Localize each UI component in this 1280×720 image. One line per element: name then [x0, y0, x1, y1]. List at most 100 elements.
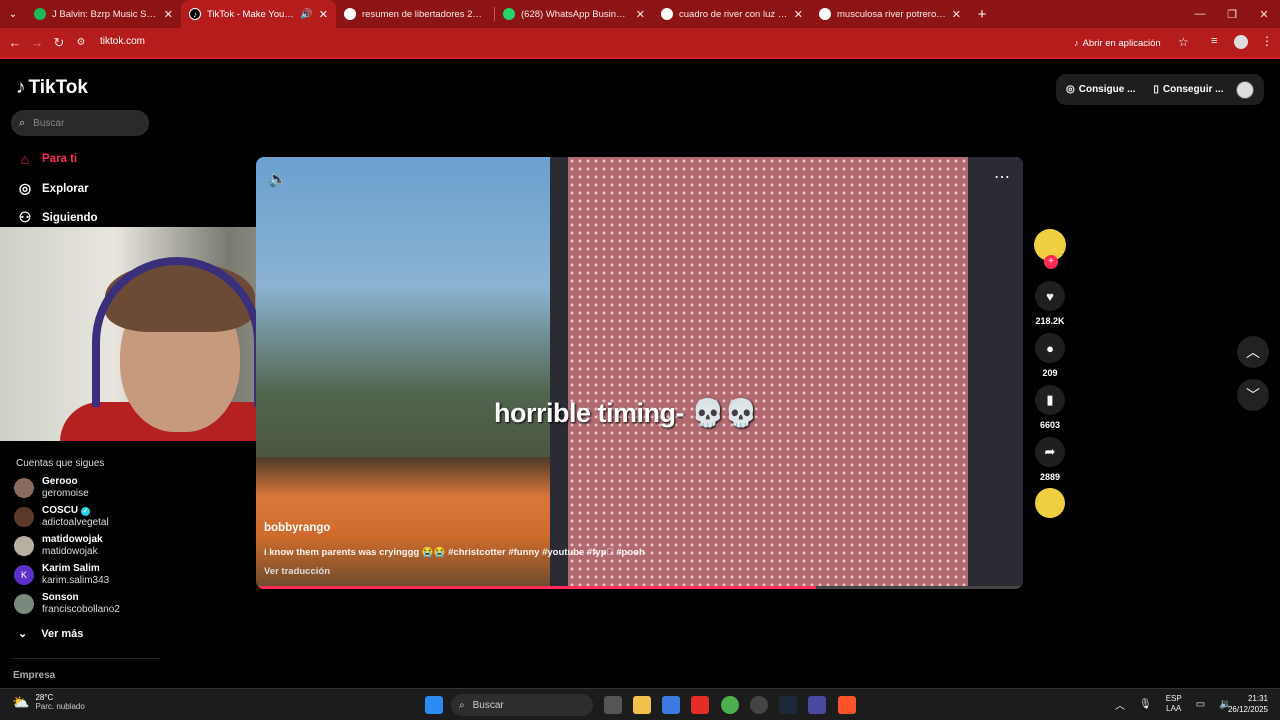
taskbar-search[interactable]: ⌕ Buscar: [451, 694, 593, 716]
tab-google-libertadores[interactable]: resumen de libertadores 2018 (: [336, 0, 494, 28]
file-explorer-icon[interactable]: [633, 696, 651, 714]
reading-list-icon[interactable]: ≡: [1211, 35, 1217, 47]
tab-title: TikTok - Make Your Day: [207, 8, 294, 20]
task-view-icon[interactable]: [604, 696, 622, 714]
search-input[interactable]: ⌕ Buscar: [11, 110, 149, 136]
minimize-icon[interactable]: —: [1184, 8, 1216, 20]
close-icon[interactable]: ✕: [164, 8, 173, 21]
bookmark-icon: ▮: [1035, 385, 1065, 415]
account-matidowojak[interactable]: matidowojak matidowojak: [14, 534, 103, 558]
window-close-icon[interactable]: ✕: [1248, 8, 1280, 21]
browser-tab-bar: ⌄ J Balvin: Bzrp Music Sessions, Vo ✕ ♪ …: [0, 0, 1280, 28]
back-icon[interactable]: ←: [4, 35, 26, 50]
whatsapp-icon: [503, 8, 515, 20]
speaker-icon[interactable]: 🔊: [300, 9, 312, 20]
restore-icon[interactable]: ❐: [1216, 8, 1248, 21]
valorant-icon[interactable]: [808, 696, 826, 714]
compass-icon: ◎: [18, 180, 32, 196]
tab-search-button[interactable]: ⌄: [0, 0, 26, 28]
account-karim-salim[interactable]: K Karim Salim karim.salim343: [14, 563, 109, 587]
get-coins-button[interactable]: Consigue ...: [1079, 84, 1136, 95]
video-progress[interactable]: [256, 586, 1023, 589]
site-info-icon[interactable]: ⚙: [70, 37, 92, 48]
reload-icon[interactable]: ↻: [48, 35, 70, 51]
bookmark-star-icon[interactable]: ☆: [1178, 35, 1189, 49]
store-icon[interactable]: [662, 696, 680, 714]
close-icon[interactable]: ✕: [319, 8, 328, 21]
person-icon: ⚇: [18, 209, 32, 225]
new-tab-button[interactable]: +: [969, 6, 995, 23]
open-in-app-label: Abrir en aplicación: [1082, 37, 1161, 49]
creator-avatar[interactable]: +: [1034, 229, 1066, 269]
video-progress-fill: [256, 586, 816, 589]
steam-icon[interactable]: [779, 696, 797, 714]
weather-widget[interactable]: ⛅ 28°C Parc. nublado: [12, 693, 85, 711]
windows-start-icon[interactable]: [425, 696, 443, 714]
language-indicator[interactable]: ESP LAA: [1166, 694, 1182, 714]
account-coscu[interactable]: COSCU ✓ adictoalvegetal: [14, 505, 109, 529]
user-avatar[interactable]: [1236, 80, 1254, 99]
tiktok-logo[interactable]: ♪ TikTok: [16, 77, 88, 99]
translate-link[interactable]: Ver traducción: [264, 566, 330, 577]
account-name: Sonson: [42, 592, 79, 603]
comment-count: 209: [1042, 368, 1058, 378]
close-icon[interactable]: ✕: [794, 8, 803, 21]
forward-icon[interactable]: →: [26, 35, 48, 50]
tab-tiktok[interactable]: ♪ TikTok - Make Your Day 🔊 ✕: [181, 0, 336, 28]
profile-avatar[interactable]: [1234, 35, 1248, 49]
follow-plus-icon[interactable]: +: [1044, 255, 1058, 269]
nav-siguiendo[interactable]: ⚇ Siguiendo: [16, 209, 98, 226]
account-name: COSCU ✓: [42, 505, 90, 516]
menu-icon[interactable]: ⋮: [1261, 34, 1273, 48]
brave-icon[interactable]: [838, 696, 856, 714]
share-button[interactable]: ➦ 2889: [1034, 437, 1066, 482]
chevron-up-icon: ︿: [1246, 344, 1260, 360]
chevron-down-icon: ⌄: [18, 628, 28, 640]
tiktok-icon: ♪: [1074, 38, 1079, 48]
volume-icon[interactable]: 🔈: [268, 170, 287, 188]
tab-google-river-luz[interactable]: cuadro de river con luz - Busca ✕: [653, 0, 811, 28]
save-button[interactable]: ▮ 6603: [1034, 385, 1066, 430]
chrome-icon[interactable]: [721, 696, 739, 714]
open-in-app-button[interactable]: ♪ Abrir en aplicación: [1068, 34, 1167, 52]
video-pinboard: [550, 157, 1023, 589]
heart-icon: ♥: [1035, 281, 1065, 311]
chevron-up-icon[interactable]: ︿: [1115, 697, 1125, 712]
more-options-icon[interactable]: ⋯: [994, 167, 1011, 187]
nav-para-ti[interactable]: ⌂ Para ti: [16, 151, 77, 167]
close-icon[interactable]: ✕: [636, 8, 645, 21]
see-more-button[interactable]: ⌄ Ver más: [18, 627, 83, 641]
obs-icon[interactable]: [750, 696, 768, 714]
next-video-button[interactable]: ﹀: [1237, 379, 1269, 411]
video-player[interactable]: 🔈 ⋯ horrible timing- 💀💀 bobbyrango i kno…: [256, 157, 1023, 589]
nav-label: Explorar: [42, 182, 89, 195]
save-count: 6603: [1039, 420, 1061, 430]
get-app-button[interactable]: Conseguir ...: [1163, 84, 1224, 95]
like-button[interactable]: ♥ 218.2K: [1034, 281, 1066, 326]
layout-label: LAA: [1166, 704, 1182, 713]
tab-title: J Balvin: Bzrp Music Sessions, Vo: [52, 8, 158, 20]
clock[interactable]: 21:31 26/12/2025: [1196, 693, 1268, 715]
tab-whatsapp[interactable]: (628) WhatsApp Business ✕: [495, 0, 653, 28]
sound-avatar[interactable]: [1034, 488, 1066, 518]
avatar: [14, 536, 34, 556]
youtube-icon[interactable]: [691, 696, 709, 714]
google-icon: [661, 8, 673, 20]
microphone-icon[interactable]: 🎙: [1139, 699, 1152, 710]
previous-video-button[interactable]: ︿: [1237, 336, 1269, 368]
windows-taskbar: ⛅ 28°C Parc. nublado ⌕ Buscar ︿ 🎙 ESP LA…: [0, 688, 1280, 720]
address-bar[interactable]: tiktok.com: [100, 36, 145, 47]
comment-button[interactable]: ● 209: [1034, 333, 1066, 378]
close-icon[interactable]: ✕: [952, 8, 961, 21]
video-author[interactable]: bobbyrango: [264, 522, 330, 534]
company-link[interactable]: Empresa: [13, 670, 55, 681]
phone-icon: ▯: [1153, 84, 1159, 95]
tab-google-musculosa[interactable]: musculosa river potrero - Busca ✕: [811, 0, 969, 28]
search-icon: ⌕: [459, 699, 465, 711]
account-handle: matidowojak: [42, 546, 98, 557]
tab-spotify[interactable]: J Balvin: Bzrp Music Sessions, Vo ✕: [26, 0, 181, 28]
account-gerooo[interactable]: Gerooo geromoise: [14, 476, 89, 500]
avatar: K: [14, 565, 34, 585]
account-sonson[interactable]: Sonson franciscobollano2: [14, 592, 120, 616]
nav-explorar[interactable]: ◎ Explorar: [16, 180, 89, 197]
